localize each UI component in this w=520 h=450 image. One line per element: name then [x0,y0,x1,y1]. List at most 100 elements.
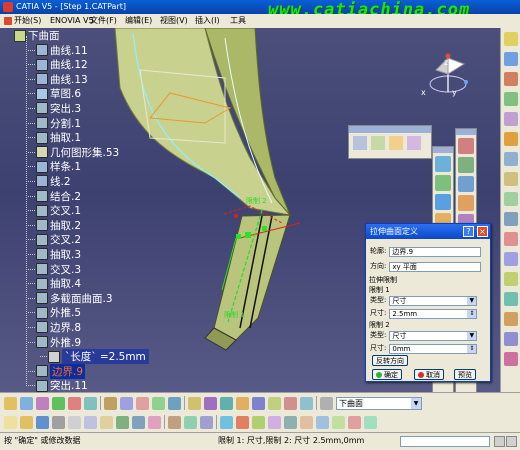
heal-icon[interactable] [458,157,474,173]
zoom-out-icon[interactable] [84,396,97,410]
spline-icon[interactable] [503,172,518,186]
save-icon[interactable] [36,415,49,429]
law-icon[interactable] [503,312,518,326]
sphere-surface-icon[interactable] [435,194,451,210]
direction-field[interactable]: xy 平面 [389,261,482,272]
revolve-surface-icon[interactable] [435,175,451,191]
tree-item[interactable]: 交叉.1 [28,204,81,218]
tree-item[interactable]: 抽取.1 [28,131,81,145]
trim-icon[interactable] [458,176,474,192]
curve-tool-icon[interactable] [407,136,421,150]
paste-icon[interactable] [100,415,113,429]
limit-1-dim-field[interactable]: 2.5mm ⇕ [389,308,478,319]
design-table-icon[interactable] [184,415,197,429]
fit-all-icon[interactable] [20,396,33,410]
plane-icon[interactable] [503,92,518,106]
tree-item[interactable]: 外推.5 [28,306,81,320]
formula-icon[interactable] [168,415,181,429]
dialog-title-bar[interactable]: 拉伸曲面定义 ? × [366,224,490,239]
line-tool-icon[interactable] [371,136,385,150]
helix-icon[interactable] [503,192,518,206]
stop-icon[interactable] [494,436,505,447]
select-icon[interactable] [4,396,17,410]
help-button[interactable]: ? [463,226,474,237]
law-edit-icon[interactable] [200,415,213,429]
grid-icon[interactable] [204,396,217,410]
tree-item[interactable]: 抽取.3 [28,247,81,261]
connect-checker-icon[interactable] [332,415,345,429]
close-button[interactable]: × [477,226,488,237]
scene-icon[interactable] [268,396,281,410]
plane-tool-icon[interactable] [389,136,403,150]
tree-item[interactable]: 交叉.3 [28,262,81,276]
tree-item[interactable]: 抽取.2 [28,218,81,232]
tree-item[interactable]: `长度` =2.5mm [40,349,149,365]
connect-curve-icon[interactable] [503,232,518,246]
new-file-icon[interactable] [4,415,17,429]
extrude-surface-icon[interactable] [435,156,451,172]
knowledge-icon[interactable] [300,396,313,410]
3d-axis-icon[interactable] [252,396,265,410]
boundary-icon[interactable] [458,195,474,211]
reverse-direction-button[interactable]: 反转方向 [372,355,408,366]
offset-3d-icon[interactable] [503,292,518,306]
hide-show-icon[interactable] [152,396,165,410]
toolbar-grip[interactable] [433,147,453,153]
quick-view-icon[interactable] [120,396,133,410]
tree-item[interactable]: 外推.9 [28,335,81,349]
copy-icon[interactable] [84,415,97,429]
tree-item[interactable]: 几何图形集.53 [28,145,119,159]
geometrical-set-icon[interactable] [268,415,281,429]
render-style-icon[interactable] [136,396,149,410]
preview-button[interactable]: 预览 [454,369,476,380]
point-icon[interactable] [503,52,518,66]
pan-icon[interactable] [36,396,49,410]
analysis-icon[interactable] [503,332,518,346]
tree-item[interactable]: 曲线.13 [28,72,88,86]
menu-view[interactable]: 视图(V) [160,14,188,28]
axis-system-icon[interactable] [252,415,265,429]
info-icon[interactable] [506,436,517,447]
corner-icon[interactable] [503,212,518,226]
snap-icon[interactable] [236,396,249,410]
catia-logo-icon[interactable] [503,352,518,366]
menu-insert[interactable]: 插入(I) [195,14,220,28]
update-icon[interactable] [220,415,233,429]
parallel-curve-icon[interactable] [503,272,518,286]
tree-item[interactable]: 突出.11 [28,379,88,392]
tools-palette-icon[interactable] [320,396,333,410]
toolbar-grip[interactable] [349,126,431,133]
draft-analysis-icon[interactable] [348,415,361,429]
line-icon[interactable] [503,72,518,86]
sketcher-icon[interactable] [503,32,518,46]
tree-item[interactable]: 边界.9 [28,363,86,379]
undo-icon[interactable] [116,415,129,429]
whats-this-icon[interactable] [148,415,161,429]
ordered-set-icon[interactable] [284,415,297,429]
zoom-in-icon[interactable] [68,396,81,410]
tree-item[interactable]: 样条.1 [28,160,81,174]
intersection-icon[interactable] [503,132,518,146]
limit-2-type-select[interactable]: 尺寸 ▼ [389,330,478,341]
catalog-icon[interactable] [284,396,297,410]
sketch-analysis-icon[interactable] [316,415,329,429]
limit-2-dim-field[interactable]: 0mm ⇕ [389,343,478,354]
curvature-analysis-icon[interactable] [364,415,377,429]
command-input[interactable] [400,436,490,447]
manual-update-icon[interactable] [236,415,249,429]
projection-icon[interactable] [503,112,518,126]
menu-enovia[interactable]: ENOVIA V5 [50,14,94,28]
menu-edit[interactable]: 编辑(E) [125,14,152,28]
current-body-select[interactable]: 下曲面 ▼ [336,396,422,410]
polyline-icon[interactable] [503,252,518,266]
tree-item[interactable]: 分割.1 [28,116,81,130]
tree-item[interactable]: 曲线.12 [28,58,88,72]
cancel-button[interactable]: 取消 [414,369,444,380]
tree-item[interactable]: 草图.6 [28,87,81,101]
tree-item[interactable]: 线.2 [28,174,71,188]
body-insert-icon[interactable] [300,415,313,429]
tree-item[interactable]: 交叉.2 [28,233,81,247]
tree-item[interactable]: 多截面曲面.3 [28,291,113,305]
tree-item[interactable]: 结合.2 [28,189,81,203]
print-icon[interactable] [52,415,65,429]
